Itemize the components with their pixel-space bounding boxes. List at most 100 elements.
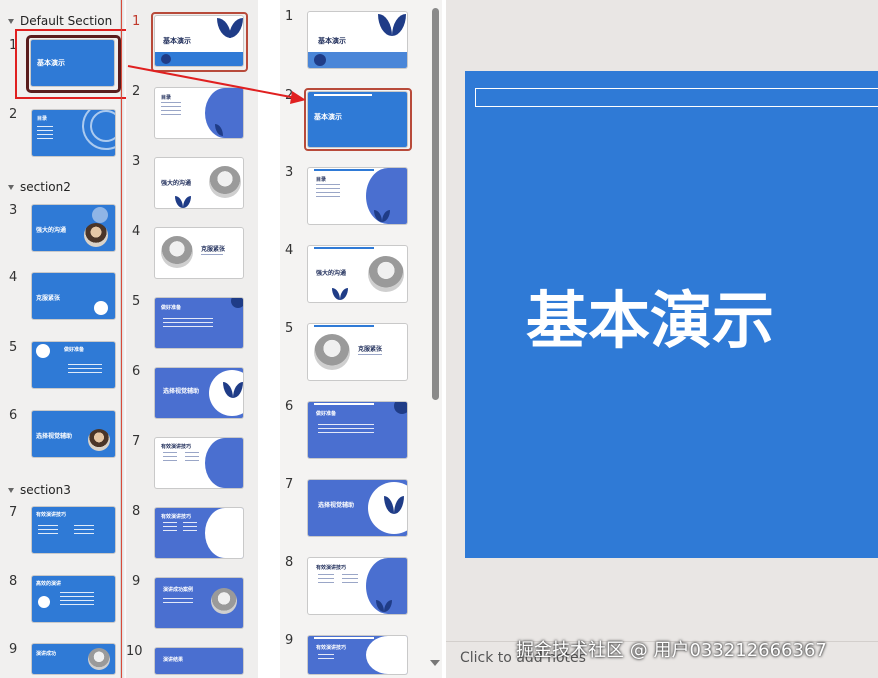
slide-number: 9: [285, 633, 294, 648]
thumbnail-title: 做好准备: [316, 411, 337, 417]
thumbnail-title: 做好准备: [161, 305, 182, 311]
slide-number: 9: [9, 642, 18, 657]
thumbnail-title: 基本演示: [318, 37, 346, 45]
slide-number: 3: [9, 203, 18, 218]
slide-number: 2: [9, 107, 18, 122]
slide-thumbnail-4[interactable]: 强大的沟通: [308, 246, 407, 302]
title-bar: [314, 325, 374, 327]
thumbnail-title: 有效演讲技巧: [36, 512, 67, 518]
side-shape: [205, 438, 243, 488]
person-photo: [161, 236, 193, 268]
slide-thumbnail-3[interactable]: 目录: [308, 168, 407, 224]
collapse-triangle-icon[interactable]: [8, 19, 14, 24]
thumbnail-title: 选择视觉辅助: [36, 433, 73, 440]
slide-number: 4: [9, 270, 18, 285]
section-header-section3[interactable]: section3: [8, 483, 71, 497]
slide-thumbnail-6[interactable]: 做好准备: [308, 402, 407, 458]
slide-thumbnail-8[interactable]: 有效演讲技巧: [308, 558, 407, 614]
slide-thumbnail-3[interactable]: 强大的沟通: [32, 205, 115, 251]
slide-number: 3: [132, 154, 141, 169]
slide-number: 6: [9, 408, 18, 423]
collapse-triangle-icon[interactable]: [8, 185, 14, 190]
thumbnail-title: 有效演讲技巧: [161, 444, 192, 450]
bullet-lines: [316, 184, 340, 200]
slide-thumbnail-9[interactable]: 演讲成功: [32, 644, 115, 674]
slide-thumbnail-7[interactable]: 有效演讲技巧: [155, 438, 243, 488]
slide-number: 7: [285, 477, 294, 492]
thumbnail-title: 选择视觉辅助: [163, 388, 200, 395]
slide-thumbnail-2[interactable]: 目录: [32, 110, 115, 156]
thumbnail-title: 演讲结果: [163, 657, 184, 663]
slide-thumbnail-1[interactable]: 基本演示: [308, 12, 407, 68]
person-photo: [368, 256, 404, 292]
bullet-lines: [163, 598, 193, 606]
thumbnail-title: 做好准备: [64, 347, 85, 353]
slide-thumbnail-10[interactable]: 演讲结果: [155, 648, 243, 674]
thumbnail-title: 强大的沟通: [36, 227, 67, 234]
section-header-default[interactable]: Default Section: [8, 14, 112, 28]
slide-number: 4: [132, 224, 141, 239]
bullet-lines: [74, 525, 94, 537]
slide-thumbnail-7[interactable]: 有效演讲技巧: [32, 507, 115, 553]
slide-number: 9: [132, 574, 141, 589]
thumbnail-title: 选择视觉辅助: [318, 502, 355, 509]
person-photo: [88, 648, 110, 670]
slide-thumbnail-5[interactable]: 做好准备: [32, 342, 115, 388]
slide-thumbnail-4[interactable]: 克服紧张: [32, 273, 115, 319]
slide-number: 8: [132, 504, 141, 519]
bullet-lines: [318, 424, 374, 436]
bullet-lines: [201, 254, 223, 258]
scroll-down-arrow-icon[interactable]: [430, 660, 440, 666]
slide-thumbnail-1[interactable]: 基本演示: [31, 40, 114, 86]
section-label: Default Section: [20, 14, 113, 28]
bullet-lines: [68, 364, 102, 376]
bullet-lines: [318, 574, 334, 586]
thumbnail-title: 克服紧张: [201, 246, 226, 253]
slide-number: 3: [285, 165, 294, 180]
circle-decoration: [38, 596, 50, 608]
section-label: section2: [20, 180, 71, 194]
title-placeholder-box[interactable]: [475, 88, 878, 107]
slide-thumbnail-9[interactable]: 演讲成功案例: [155, 578, 243, 628]
slide-thumbnail-5[interactable]: 克服紧张: [308, 324, 407, 380]
scrollbar-thumb[interactable]: [432, 8, 439, 400]
slide-number: 7: [132, 434, 141, 449]
slide-title-text[interactable]: 基本演示: [465, 270, 835, 360]
slide-thumbnail-9[interactable]: 有效演讲技巧: [308, 636, 407, 674]
title-bar: [314, 403, 374, 405]
bullet-lines: [318, 654, 334, 662]
slide-number: 8: [9, 574, 18, 589]
slide-number: 1: [132, 14, 141, 29]
slide-number: 6: [285, 399, 294, 414]
section-header-section2[interactable]: section2: [8, 180, 71, 194]
circle-decoration: [231, 298, 243, 308]
bullet-lines: [342, 574, 358, 586]
slide-thumbnail-1[interactable]: 基本演示: [155, 16, 243, 66]
bullet-lines: [163, 318, 213, 330]
slide-thumbnail-5[interactable]: 做好准备: [155, 298, 243, 348]
slide-number: 1: [285, 9, 294, 24]
slide-thumbnail-3[interactable]: 强大的沟通: [155, 158, 243, 208]
bullet-lines: [185, 452, 199, 464]
slide-thumbnail-8[interactable]: 有效演讲技巧: [155, 508, 243, 558]
thumbnail-title: 强大的沟通: [161, 180, 192, 187]
collapse-triangle-icon[interactable]: [8, 488, 14, 493]
slide-thumbnail-4[interactable]: 克服紧张: [155, 228, 243, 278]
bullet-lines: [37, 126, 53, 142]
slide-number: 10: [126, 644, 143, 659]
slide-thumbnail-2[interactable]: 基本演示: [308, 92, 407, 147]
slide-number: 6: [132, 364, 141, 379]
leaf-icon: [332, 288, 340, 300]
slide-thumbnail-8[interactable]: 高效的演讲: [32, 576, 115, 622]
title-bar: [314, 637, 374, 639]
slide-number: 7: [9, 505, 18, 520]
thumbnail-title: 基本演示: [37, 59, 65, 67]
slide-thumbnail-6[interactable]: 选择视觉辅助: [155, 368, 243, 418]
thumbnail-title: 有效演讲技巧: [316, 645, 347, 651]
thumbnail-title: 有效演讲技巧: [316, 565, 347, 571]
slide-thumbnail-7[interactable]: 选择视觉辅助: [308, 480, 407, 536]
bullet-lines: [163, 452, 177, 464]
thumbnail-title: 有效演讲技巧: [161, 514, 192, 520]
slide-thumbnail-6[interactable]: 选择视觉辅助: [32, 411, 115, 457]
thumbnail-title: 基本演示: [314, 113, 342, 121]
